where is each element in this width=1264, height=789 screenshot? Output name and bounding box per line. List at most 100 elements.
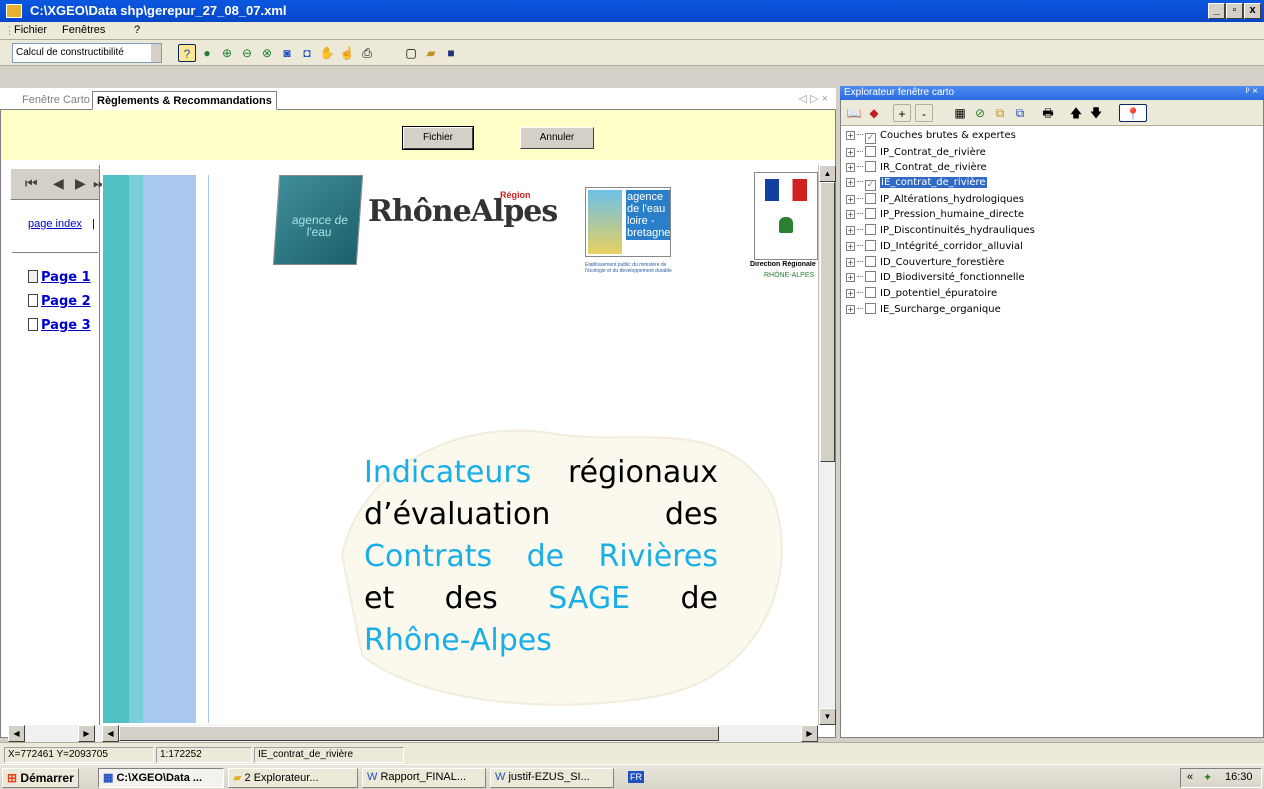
task-justif[interactable]: W justif-EZUS_SI... — [490, 768, 614, 788]
layer-item[interactable]: + ID_Couverture_forestière — [846, 255, 1256, 272]
hscroll-thumb[interactable] — [119, 726, 719, 741]
layer-checkbox[interactable]: ✓ — [865, 133, 876, 144]
layer-item[interactable]: + ID_potentiel_épuratoire — [846, 286, 1256, 303]
content-horizontal-scrollbar[interactable]: ◀ ▶ — [102, 725, 818, 742]
menu-help[interactable]: ? — [134, 24, 140, 36]
tool-combo[interactable]: Calcul de constructibilité — [12, 43, 162, 63]
close-button[interactable]: x — [1244, 3, 1261, 19]
task-xgeo[interactable]: ▦ C:\XGEO\Data ... — [98, 768, 224, 788]
layer-checkbox[interactable] — [865, 302, 876, 314]
page-index-link[interactable]: page index — [28, 218, 82, 230]
layer-item[interactable]: + ID_Intégrité_corridor_alluvial — [846, 239, 1256, 256]
layer-item[interactable]: + IP_Altérations_hydrologiques — [846, 192, 1256, 209]
layers-icon[interactable]: ⊘ — [971, 104, 989, 122]
layer-item[interactable]: + IR_Contrat_de_rivière — [846, 161, 1256, 177]
eraser-icon[interactable]: ◆ — [865, 104, 883, 122]
expand-icon[interactable]: + — [846, 226, 855, 236]
layer-checkbox[interactable] — [865, 286, 876, 298]
content-vertical-scrollbar[interactable]: ▲ ▼ — [818, 165, 836, 725]
task-explorer[interactable]: ▰ 2 Explorateur... — [228, 768, 358, 788]
save-icon[interactable]: ■ — [442, 44, 460, 62]
expand-icon[interactable]: + — [846, 304, 855, 314]
tab-fenetre-carto[interactable]: Fenêtre Carto — [18, 91, 94, 110]
hand-select-icon[interactable]: ☝ — [338, 44, 356, 62]
layer-item[interactable]: + IP_Pression_humaine_directe — [846, 208, 1256, 224]
tray-expand-icon[interactable]: « — [1187, 771, 1193, 783]
layer-checkbox[interactable] — [865, 145, 876, 157]
properties-icon[interactable]: ▦ — [951, 104, 969, 122]
expand-icon[interactable]: + — [846, 131, 855, 140]
chevron-down-icon[interactable] — [151, 44, 161, 62]
scroll-right-icon[interactable]: ▶ — [801, 725, 818, 742]
open-folder-icon[interactable]: ▰ — [422, 44, 440, 62]
zoom-extent-icon[interactable]: ⊗ — [258, 44, 276, 62]
zoom-in-icon[interactable]: ⊕ — [218, 44, 236, 62]
layer-checkbox[interactable] — [865, 239, 876, 251]
layer-checkbox[interactable] — [865, 224, 876, 236]
layer-checkbox[interactable] — [865, 192, 876, 204]
scroll-down-icon[interactable]: ▼ — [819, 708, 836, 725]
zoom-window-icon[interactable]: ◘ — [298, 44, 316, 62]
layer-checkbox[interactable]: ✓ — [865, 180, 876, 192]
zoom-layer-icon[interactable]: ◙ — [278, 44, 296, 62]
layer-item[interactable]: + IP_Discontinuités_hydrauliques — [846, 224, 1256, 240]
expand-icon[interactable]: + — [846, 273, 855, 283]
app-icon[interactable] — [6, 4, 22, 18]
index-horizontal-scrollbar[interactable]: ◀ ▶ — [8, 725, 102, 742]
start-button[interactable]: ⊞ Démarrer — [2, 768, 79, 788]
arrow-down-icon[interactable]: 🡇 — [1087, 104, 1105, 122]
scroll-left-icon[interactable]: ◀ — [8, 725, 25, 742]
scroll-right-icon[interactable]: ▶ — [78, 725, 95, 742]
maximize-button[interactable]: ▫ — [1226, 3, 1243, 19]
layer-checkbox[interactable] — [865, 161, 876, 173]
expand-icon[interactable]: + — [846, 147, 855, 157]
annuler-button[interactable]: Annuler — [520, 127, 594, 149]
prev-page-icon[interactable]: ◀ — [53, 175, 64, 192]
minimize-button[interactable]: _ — [1208, 3, 1225, 19]
task-rapport[interactable]: W Rapport_FINAL... — [362, 768, 486, 788]
paste-icon[interactable]: ⧉ — [1011, 104, 1029, 122]
expand-icon[interactable]: + — [846, 210, 855, 220]
layer-checkbox[interactable] — [865, 208, 876, 220]
next-page-icon[interactable]: ▶ — [75, 175, 86, 192]
explorer-pin-close[interactable]: ᵖ × — [1246, 86, 1258, 97]
expand-icon[interactable]: + — [846, 194, 855, 204]
scroll-up-icon[interactable]: ▲ — [819, 165, 836, 182]
identify-icon[interactable]: ? — [178, 44, 196, 62]
layer-item[interactable]: + IE_Surcharge_organique — [846, 302, 1256, 319]
scroll-left-icon[interactable]: ◀ — [102, 725, 119, 742]
expand-icon[interactable]: + — [846, 163, 855, 173]
zoom-out-icon[interactable]: ⊖ — [238, 44, 256, 62]
page-1-link[interactable]: Page 1 — [28, 270, 91, 285]
layer-item[interactable]: + IP_Contrat_de_rivière — [846, 145, 1256, 162]
layer-item[interactable]: + ✓ IE_contrat_de_rivière — [846, 177, 1256, 193]
layer-item[interactable]: + ✓ Couches brutes & expertes — [846, 130, 1256, 146]
tab-reglements[interactable]: Règlements & Recommandations — [92, 91, 277, 110]
book-icon[interactable]: 📖 — [845, 104, 863, 122]
layer-checkbox[interactable] — [865, 255, 876, 267]
fichier-button[interactable]: Fichier — [402, 126, 474, 150]
network-icon[interactable]: ✦ — [1203, 771, 1212, 784]
pan-icon[interactable]: ✋ — [318, 44, 336, 62]
expand-icon[interactable]: + — [846, 288, 855, 298]
layer-checkbox[interactable] — [865, 271, 876, 283]
menu-fenetres[interactable]: Fenêtres — [62, 24, 105, 36]
expand-all-button[interactable]: + — [893, 104, 911, 122]
arrow-up-icon[interactable]: 🡅 — [1067, 104, 1085, 122]
collapse-all-button[interactable]: - — [915, 104, 933, 122]
expand-icon[interactable]: + — [846, 241, 855, 251]
copy-icon[interactable]: ⧉ — [991, 104, 1009, 122]
language-indicator[interactable]: FR — [628, 771, 644, 783]
scroll-thumb[interactable] — [820, 182, 835, 462]
globe-icon[interactable]: ● — [198, 44, 216, 62]
expand-icon[interactable]: + — [846, 178, 855, 188]
page-3-link[interactable]: Page 3 — [28, 318, 91, 333]
first-page-icon[interactable]: ⏮ — [25, 175, 38, 192]
print-icon[interactable]: 🖶 — [1039, 104, 1057, 122]
print-icon[interactable]: ⎙ — [358, 44, 376, 62]
clock[interactable]: 16:30 — [1225, 771, 1253, 783]
menu-fichier[interactable]: Fichier — [14, 24, 47, 36]
layer-item[interactable]: + ID_Biodiversité_fonctionnelle — [846, 271, 1256, 287]
expand-icon[interactable]: + — [846, 257, 855, 267]
new-file-icon[interactable]: ▢ — [402, 44, 420, 62]
